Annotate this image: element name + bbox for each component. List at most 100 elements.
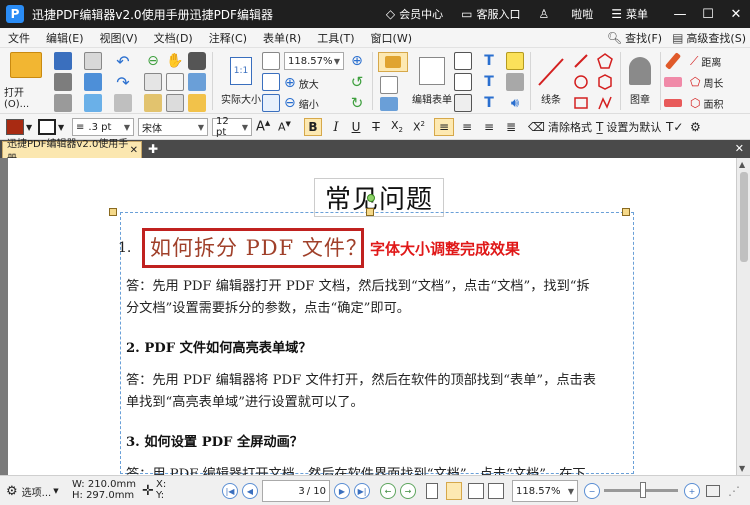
zoom-select[interactable]: 118.57% ▼ bbox=[512, 480, 578, 502]
add-image-button[interactable] bbox=[380, 96, 398, 112]
fill-color-picker[interactable]: ▼ bbox=[6, 118, 32, 136]
previous-view-button[interactable]: ← bbox=[380, 480, 396, 502]
rotate-right-button[interactable]: ↻ bbox=[348, 94, 366, 112]
menu-edit[interactable]: 编辑(E) bbox=[38, 30, 92, 46]
image-tool-button[interactable] bbox=[188, 73, 206, 91]
maximize-button[interactable]: ☐ bbox=[694, 7, 722, 22]
italic-button[interactable]: I bbox=[328, 118, 344, 136]
stamp-button[interactable]: 图章 bbox=[622, 52, 658, 110]
fit-visible-button[interactable] bbox=[262, 94, 280, 112]
back-button[interactable]: ⊖ bbox=[144, 52, 162, 70]
scan-button[interactable] bbox=[84, 73, 102, 91]
menu-comment[interactable]: 注释(C) bbox=[201, 30, 255, 46]
scrollbar-thumb[interactable] bbox=[740, 172, 748, 262]
edit-form-button[interactable]: 编辑表单 bbox=[410, 52, 454, 110]
lines-button[interactable]: 线条 bbox=[534, 52, 568, 110]
ruler-button[interactable] bbox=[144, 94, 162, 112]
pdf-page[interactable]: 常见问题 1. 如何拆分 PDF 文件？ 字体大小调整完成效果 答：先用 PDF… bbox=[8, 158, 736, 475]
zoom-tool-button[interactable]: ⊕ bbox=[348, 52, 366, 70]
format-options-button[interactable]: ⚙ bbox=[690, 118, 701, 136]
resize-grip[interactable]: ⋰ bbox=[728, 480, 740, 502]
rotate-handle[interactable] bbox=[367, 194, 375, 202]
distance-button[interactable]: ⟋ 距离 bbox=[690, 52, 744, 70]
line-width-select[interactable]: ≡ .3 pt ▼ bbox=[72, 118, 134, 136]
perimeter-button[interactable]: ⬠ 周长 bbox=[690, 73, 744, 91]
undo-button[interactable]: ↶ bbox=[114, 52, 132, 71]
zoom-out-button[interactable]: ⊖ 缩小 bbox=[284, 94, 332, 112]
properties-button[interactable] bbox=[54, 94, 72, 112]
actual-size-button[interactable]: 1:1 实际大小 bbox=[218, 52, 264, 110]
grow-font-button[interactable]: A▲ bbox=[256, 118, 270, 136]
underline-button[interactable]: U bbox=[348, 118, 364, 136]
single-page-button[interactable] bbox=[426, 480, 438, 502]
polyline-shape-button[interactable] bbox=[596, 94, 614, 112]
attach-file-button[interactable] bbox=[506, 73, 524, 91]
resize-handle-top[interactable] bbox=[366, 208, 374, 216]
bold-button[interactable]: B bbox=[304, 118, 322, 136]
zoom-combobox[interactable]: 118.57% ▼ bbox=[284, 52, 344, 70]
stroke-color-picker[interactable]: ▼ bbox=[38, 118, 64, 136]
menu-window[interactable]: 窗口(W) bbox=[363, 30, 420, 46]
callout-button[interactable]: T bbox=[480, 94, 498, 112]
scroll-up-icon[interactable]: ▲ bbox=[739, 160, 745, 169]
add-text-button[interactable] bbox=[378, 76, 400, 94]
new-tab-button[interactable]: ✚ bbox=[148, 142, 158, 156]
cloud-shape-button[interactable] bbox=[596, 73, 614, 91]
menu-view[interactable]: 视图(V) bbox=[92, 30, 146, 46]
last-page-button[interactable]: ▶| bbox=[354, 480, 370, 502]
font-select[interactable]: 宋体 ▼ bbox=[138, 118, 208, 136]
rectangle-shape-button[interactable] bbox=[572, 94, 590, 112]
ellipse-shape-button[interactable] bbox=[572, 73, 590, 91]
typewriter-button[interactable]: T bbox=[480, 52, 498, 70]
zoom-out-status-button[interactable]: − bbox=[584, 480, 600, 502]
previous-page-button[interactable]: ◀ bbox=[242, 480, 258, 502]
redo-button[interactable]: ↷ bbox=[114, 73, 132, 92]
answer-2[interactable]: 答：先用 PDF 编辑器将 PDF 文件打开，然后在软件的顶部找到“表单”，点击… bbox=[126, 370, 634, 414]
question-3-title[interactable]: 3. 如何设置 PDF 全屏动画？ bbox=[126, 431, 303, 450]
hand-tool-button[interactable]: ✋ bbox=[166, 52, 184, 70]
text-field-button[interactable] bbox=[454, 52, 472, 70]
strikethrough-button[interactable]: T bbox=[368, 118, 384, 136]
advanced-find-button[interactable]: ▤ 高级查找(S) bbox=[672, 30, 746, 46]
page-number-field[interactable]: 3 / 10 bbox=[262, 480, 330, 502]
continuous-page-button[interactable] bbox=[446, 480, 462, 502]
set-default-button[interactable]: T̲ 设置为默认 bbox=[596, 118, 661, 136]
zoom-in-button[interactable]: ⊕ 放大 bbox=[284, 74, 332, 92]
eraser-button[interactable] bbox=[664, 73, 682, 91]
open-button[interactable]: 打开(O)... bbox=[4, 52, 48, 110]
polygon-shape-button[interactable] bbox=[596, 52, 614, 70]
link-button[interactable] bbox=[188, 94, 206, 112]
answer-1[interactable]: 答：先用 PDF 编辑器打开 PDF 文档，然后找到“文档”，点击“文档”，找到… bbox=[126, 276, 634, 320]
resize-handle-top-right[interactable] bbox=[622, 208, 630, 216]
tab-document[interactable]: 迅捷PDF编辑器v2.0使用手册 ✕ bbox=[2, 139, 142, 165]
save-button[interactable] bbox=[54, 52, 72, 70]
list-field-button[interactable] bbox=[454, 94, 472, 112]
options-button[interactable]: ⚙ 选项... ▼ bbox=[6, 480, 59, 502]
font-size-select[interactable]: 12 pt ▼ bbox=[212, 116, 252, 138]
close-all-tabs-button[interactable]: ✕ bbox=[735, 142, 744, 155]
support-link[interactable]: ▭ 客服入口 bbox=[461, 6, 520, 22]
tab-close-icon[interactable]: ✕ bbox=[130, 145, 138, 156]
justify-button[interactable]: ≣ bbox=[502, 118, 520, 136]
menu-document[interactable]: 文档(D) bbox=[146, 30, 201, 46]
select-text-button[interactable] bbox=[144, 73, 162, 91]
note-button[interactable] bbox=[506, 52, 524, 70]
member-center-link[interactable]: ◇ 会员中心 bbox=[386, 6, 443, 22]
align-right-button[interactable]: ≡ bbox=[480, 118, 498, 136]
align-left-button[interactable]: ≡ bbox=[434, 118, 454, 136]
area-button[interactable]: ⬡ 面积 bbox=[690, 94, 744, 112]
next-view-button[interactable]: → bbox=[400, 480, 416, 502]
menu-file[interactable]: 文件 bbox=[0, 30, 38, 46]
minimize-button[interactable]: — bbox=[666, 7, 694, 22]
sound-button[interactable]: 🔊︎ bbox=[506, 94, 524, 112]
facing-page-button[interactable] bbox=[468, 480, 484, 502]
shrink-font-button[interactable]: A▼ bbox=[278, 118, 291, 136]
subscript-button[interactable]: X2 bbox=[388, 118, 406, 136]
next-page-button[interactable]: ▶ bbox=[334, 480, 350, 502]
clear-format-button[interactable]: ⌫ 清除格式 bbox=[528, 118, 592, 136]
rotate-left-button[interactable]: ↺ bbox=[348, 73, 366, 91]
textbox-button[interactable]: T bbox=[480, 73, 498, 91]
print-button[interactable] bbox=[54, 73, 72, 91]
user-account[interactable]: ♙ bbox=[538, 7, 553, 21]
snapshot-button[interactable] bbox=[188, 52, 206, 70]
